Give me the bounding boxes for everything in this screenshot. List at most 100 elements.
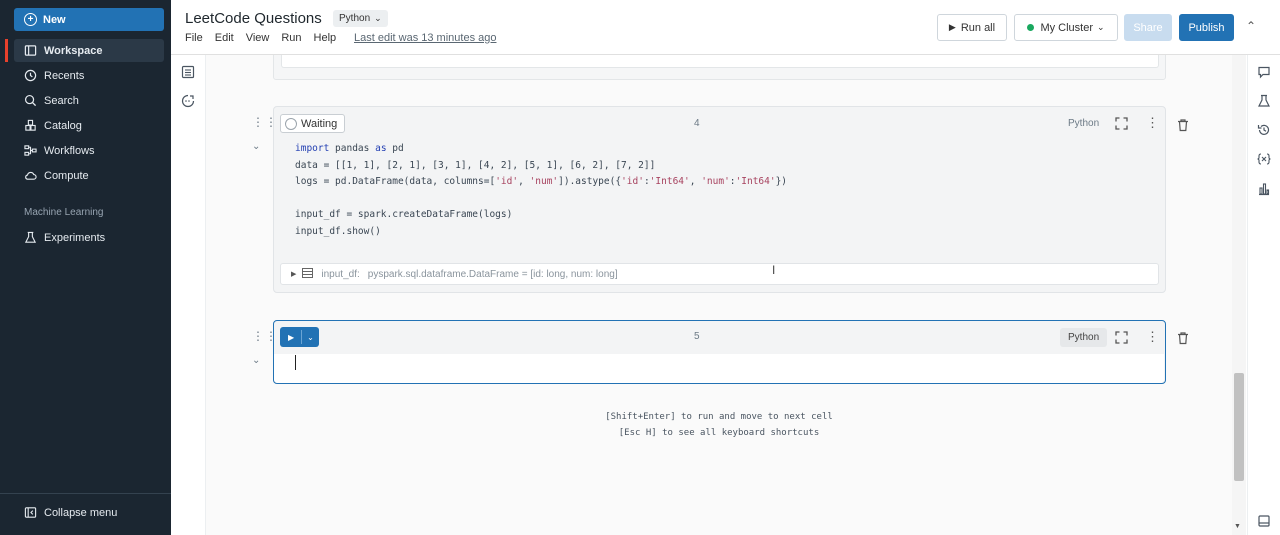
code-token: 'Int64' (649, 176, 690, 188)
sidebar-item-catalog[interactable]: Catalog (14, 114, 164, 137)
collapse-icon (24, 507, 37, 518)
chevron-down-icon[interactable]: ⌄ (307, 333, 314, 342)
last-edit-link[interactable]: Last edit was 13 minutes ago (354, 32, 496, 44)
sidebar-item-label: Workspace (44, 44, 103, 57)
sidebar-item-experiments[interactable]: Experiments (14, 226, 164, 249)
more-options-icon[interactable]: ⋮ (1146, 330, 1159, 343)
history-icon[interactable] (1257, 123, 1271, 137)
code-token: 'num' (529, 176, 559, 188)
notebook-left-rail (171, 55, 206, 535)
sidebar-divider (0, 493, 171, 494)
code-token: pd (386, 143, 404, 154)
catalog-icon (25, 119, 36, 131)
expand-caret-icon[interactable]: ▶ (291, 270, 296, 278)
experiment-icon[interactable] (1257, 94, 1271, 108)
code-line: input_df = spark.createDataFrame(logs) (295, 209, 513, 221)
menu-file[interactable]: File (185, 32, 203, 44)
sidebar-item-workflows[interactable]: Workflows (14, 139, 164, 162)
publish-button[interactable]: Publish (1179, 14, 1234, 41)
workflows-icon (24, 145, 37, 156)
menu-view[interactable]: View (246, 32, 270, 44)
vertical-scrollbar[interactable]: ▼ (1232, 55, 1246, 535)
share-button[interactable]: Share (1124, 14, 1172, 41)
cell-language-selector[interactable]: Python (1060, 328, 1108, 347)
notebook-title[interactable]: LeetCode Questions (185, 10, 322, 27)
sidebar-item-search[interactable]: Search (14, 89, 164, 112)
language-selector[interactable]: Python ⌄ (333, 10, 388, 27)
drag-handle-icon[interactable]: ⋮⋮ (252, 116, 277, 128)
play-icon: ▶ (288, 332, 295, 342)
divider (301, 330, 303, 344)
menu-run[interactable]: Run (281, 32, 301, 44)
comments-icon[interactable] (1257, 65, 1271, 79)
delete-cell-icon[interactable] (1176, 331, 1190, 350)
previous-cell (273, 55, 1166, 80)
bar-chart-icon[interactable] (1257, 182, 1271, 196)
shortcuts-hint: [Esc H] to see all keyboard shortcuts (618, 428, 820, 438)
run-hint: [Shift+Enter] to run and move to next ce… (605, 412, 833, 422)
output-variable-type: pyspark.sql.dataframe.DataFrame = [id: l… (367, 268, 618, 280)
collapse-menu-button[interactable]: Collapse menu (14, 501, 164, 524)
run-all-label: Run all (960, 21, 996, 34)
expand-icon[interactable] (1115, 117, 1128, 135)
code-line: input_df.show() (295, 225, 381, 237)
collapse-cell-icon[interactable]: ⌄ (252, 141, 260, 152)
panel-toggle-icon[interactable] (1257, 514, 1271, 528)
chevron-down-icon: ⌄ (1097, 22, 1105, 32)
table-of-contents-icon[interactable] (181, 65, 195, 79)
run-cell-button[interactable]: ▶ ⌄ (280, 327, 319, 347)
menu-edit[interactable]: Edit (215, 32, 234, 44)
code-token: 'num' (701, 176, 730, 188)
more-options-icon[interactable]: ⋮ (1146, 116, 1159, 129)
assistant-icon[interactable] (181, 94, 195, 108)
code-token: , (518, 176, 530, 188)
collapse-cell-icon[interactable]: ⌄ (252, 355, 260, 366)
code-token: 'id' (621, 176, 644, 188)
code-token: 'id' (495, 176, 519, 188)
variables-icon[interactable] (1257, 152, 1271, 166)
code-token: ]).astype({ (558, 176, 622, 188)
drag-handle-icon[interactable]: ⋮⋮ (252, 330, 277, 342)
scrollbar-thumb[interactable] (1234, 373, 1244, 481)
new-button[interactable]: + New (14, 8, 164, 31)
delete-cell-icon[interactable] (1176, 118, 1190, 137)
menu-bar: File Edit View Run Help (185, 32, 348, 44)
output-variable-name: input_df: (321, 268, 360, 280)
code-editor[interactable]: import pandas as pd data = [[1, 1], [2, … (295, 141, 787, 241)
code-token: pandas (329, 143, 376, 154)
waiting-icon (285, 117, 297, 130)
sidebar-item-label: Experiments (44, 231, 106, 244)
publish-label: Publish (1188, 21, 1225, 34)
cluster-selector[interactable]: My Cluster ⌄ (1014, 14, 1118, 41)
expand-icon[interactable] (1115, 331, 1128, 349)
language-label: Python (339, 13, 371, 24)
cell-output[interactable]: ▶ input_df: pyspark.sql.dataframe.DataFr… (280, 263, 1159, 285)
sidebar-item-recents[interactable]: Recents (14, 64, 164, 87)
table-icon (302, 267, 314, 281)
code-cell-4: Waiting 4 Python ⋮ import pandas as pd d… (273, 106, 1166, 293)
menu-help[interactable]: Help (314, 32, 337, 44)
clock-icon (24, 69, 37, 82)
sidebar-item-workspace[interactable]: Workspace (5, 39, 164, 62)
notebook-app: + New Workspace Recents Search Catalog W… (0, 0, 1280, 535)
mouse-text-cursor: I (772, 263, 776, 277)
flask-icon (24, 231, 37, 243)
code-editor[interactable] (274, 354, 1164, 383)
chevron-up-icon[interactable]: ⌃ (1246, 19, 1256, 33)
code-token: }) (775, 176, 788, 188)
sidebar-item-label: Search (44, 94, 79, 107)
run-all-button[interactable]: ▶ Run all (937, 14, 1007, 41)
scroll-down-icon[interactable]: ▼ (1234, 523, 1241, 530)
text-cursor (295, 355, 296, 370)
cell-status-label: Waiting (301, 117, 338, 130)
sidebar-item-compute[interactable]: Compute (14, 164, 164, 187)
cell-language-selector[interactable]: Python (1060, 114, 1107, 133)
cell-status-badge: Waiting (280, 114, 346, 133)
plus-icon: + (24, 13, 37, 26)
code-line: data = [[1, 1], [2, 1], [3, 1], [4, 2], … (295, 159, 656, 171)
code-token: logs = pd.DataFrame(data, columns=[ (295, 176, 496, 188)
machine-learning-section-label: Machine Learning (24, 207, 104, 218)
sidebar-item-label: Catalog (44, 119, 82, 132)
previous-cell-editor[interactable] (281, 55, 1159, 68)
cell-number: 5 (694, 331, 700, 342)
